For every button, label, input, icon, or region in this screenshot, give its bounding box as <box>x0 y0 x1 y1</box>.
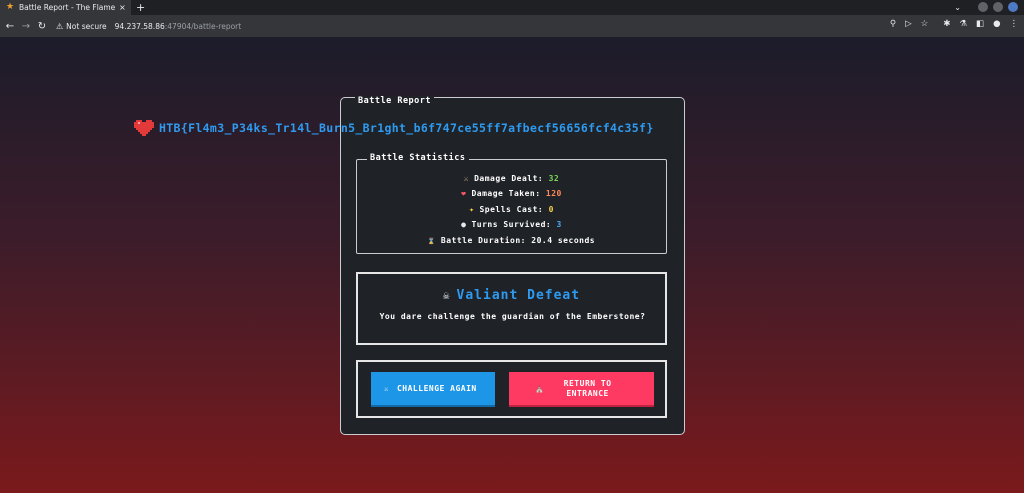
bookmark-star-icon[interactable]: ☆ <box>921 19 929 29</box>
browser-tab[interactable]: ★ Battle Report - The Flame × <box>0 0 131 15</box>
heart-icon: ❤ <box>461 189 467 198</box>
minimize-button[interactable] <box>978 2 988 12</box>
action-panel: ⚔ CHALLENGE AGAIN ⛪ RETURN TO ENTRANCE <box>356 360 667 418</box>
damage-taken-label: Damage Taken: <box>471 189 541 198</box>
spells-cast-label: Spells Cast: <box>479 205 544 214</box>
profile-icon[interactable]: ● <box>993 19 1000 29</box>
stat-damage-taken: ❤ Damage Taken: 120 <box>357 189 666 198</box>
tab-title: Battle Report - The Flame <box>19 3 115 12</box>
flag-text: HTB{Fl4m3_P34ks_Tr14l_Burn5_Br1ght_b6f74… <box>159 121 654 135</box>
sword-icon: ⚔ <box>463 174 470 183</box>
spells-cast-value: 0 <box>548 205 554 214</box>
warning-icon[interactable]: ⚠ <box>56 22 63 31</box>
reload-icon[interactable]: ↻ <box>34 21 50 32</box>
swords-icon: ⚔ <box>384 384 389 393</box>
damage-dealt-label: Damage Dealt: <box>474 174 544 183</box>
sparkle-icon: ✦ <box>469 205 475 214</box>
menu-icon[interactable]: ⋮ <box>1010 19 1019 29</box>
battle-duration-value: 20.4 seconds <box>531 236 596 245</box>
return-entrance-label: RETURN TO ENTRANCE <box>563 378 612 398</box>
return-entrance-button[interactable]: ⛪ RETURN TO ENTRANCE <box>509 372 654 407</box>
card-title: Battle Report <box>355 96 435 106</box>
window-controls: ⌄ <box>954 2 1018 12</box>
close-window-button[interactable] <box>1008 2 1018 12</box>
damage-dealt-value: 32 <box>548 174 560 183</box>
back-icon[interactable]: ← <box>2 21 18 32</box>
battle-statistics: Battle Statistics ⚔ Damage Dealt: 32 ❤ Dam… <box>356 153 667 254</box>
result-title: Valiant Defeat <box>456 288 581 303</box>
challenge-again-label: CHALLENGE AGAIN <box>396 383 477 393</box>
hourglass-icon: ⌛ <box>427 238 436 245</box>
new-tab-button[interactable]: + <box>136 1 145 14</box>
battle-result-panel: ☠ Valiant Defeat You dare challenge the g… <box>356 272 667 345</box>
extensions-icon[interactable]: ✱ <box>943 19 950 29</box>
flag-banner: HTB{Fl4m3_P34ks_Tr14l_Burn5_Br1ght_b6f74… <box>134 118 654 138</box>
close-tab-icon[interactable]: × <box>119 3 126 12</box>
zoom-icon[interactable]: ⚲ <box>890 19 896 29</box>
maximize-button[interactable] <box>993 2 1003 12</box>
forward-icon[interactable]: → <box>18 21 34 32</box>
stat-damage-dealt: ⚔ Damage Dealt: 32 <box>357 174 666 183</box>
stat-turns-survived: ● Turns Survived: 3 <box>357 220 666 229</box>
flame-icon: ★ <box>6 2 15 12</box>
result-heading: ☠ Valiant Defeat <box>358 288 665 303</box>
turns-survived-value: 3 <box>556 220 562 229</box>
damage-taken-value: 120 <box>545 189 562 198</box>
url-path: :47904/battle-report <box>164 21 242 31</box>
url-host: 94.237.58.86 <box>114 21 165 31</box>
not-secure-label[interactable]: Not secure <box>66 22 106 31</box>
toolbar-actions: ⚲ ▷ ☆ ✱ ⚗ ◧ ● ⋮ <box>890 19 1018 29</box>
tab-search-icon[interactable]: ⌄ <box>954 3 961 12</box>
moon-icon: ● <box>461 220 467 229</box>
battle-duration-label: Battle Duration: <box>440 236 526 245</box>
tab-strip: ★ Battle Report - The Flame × + ⌄ <box>0 0 1024 15</box>
address-bar[interactable]: ⚠ Not secure 94.237.58.86 :47904/battle-… <box>56 18 876 34</box>
turns-survived-label: Turns Survived: <box>471 220 552 229</box>
stats-legend: Battle Statistics <box>367 153 469 163</box>
browser-toolbar: ← → ↻ ⚠ Not secure 94.237.58.86 :47904/b… <box>0 15 1024 37</box>
lab-flask-icon[interactable]: ⚗ <box>959 19 967 29</box>
skull-icon: ☠ <box>442 289 451 302</box>
sidebar-icon[interactable]: ◧ <box>976 19 984 29</box>
heart-icon <box>134 120 154 136</box>
send-icon[interactable]: ▷ <box>905 19 912 29</box>
result-message: You dare challenge the guardian of the E… <box>379 312 646 321</box>
stat-battle-duration: ⌛ Battle Duration: 20.4 seconds <box>357 236 666 245</box>
stat-spells-cast: ✦ Spells Cast: 0 <box>357 205 666 214</box>
challenge-again-button[interactable]: ⚔ CHALLENGE AGAIN <box>371 372 495 407</box>
castle-icon: ⛪ <box>535 384 545 393</box>
